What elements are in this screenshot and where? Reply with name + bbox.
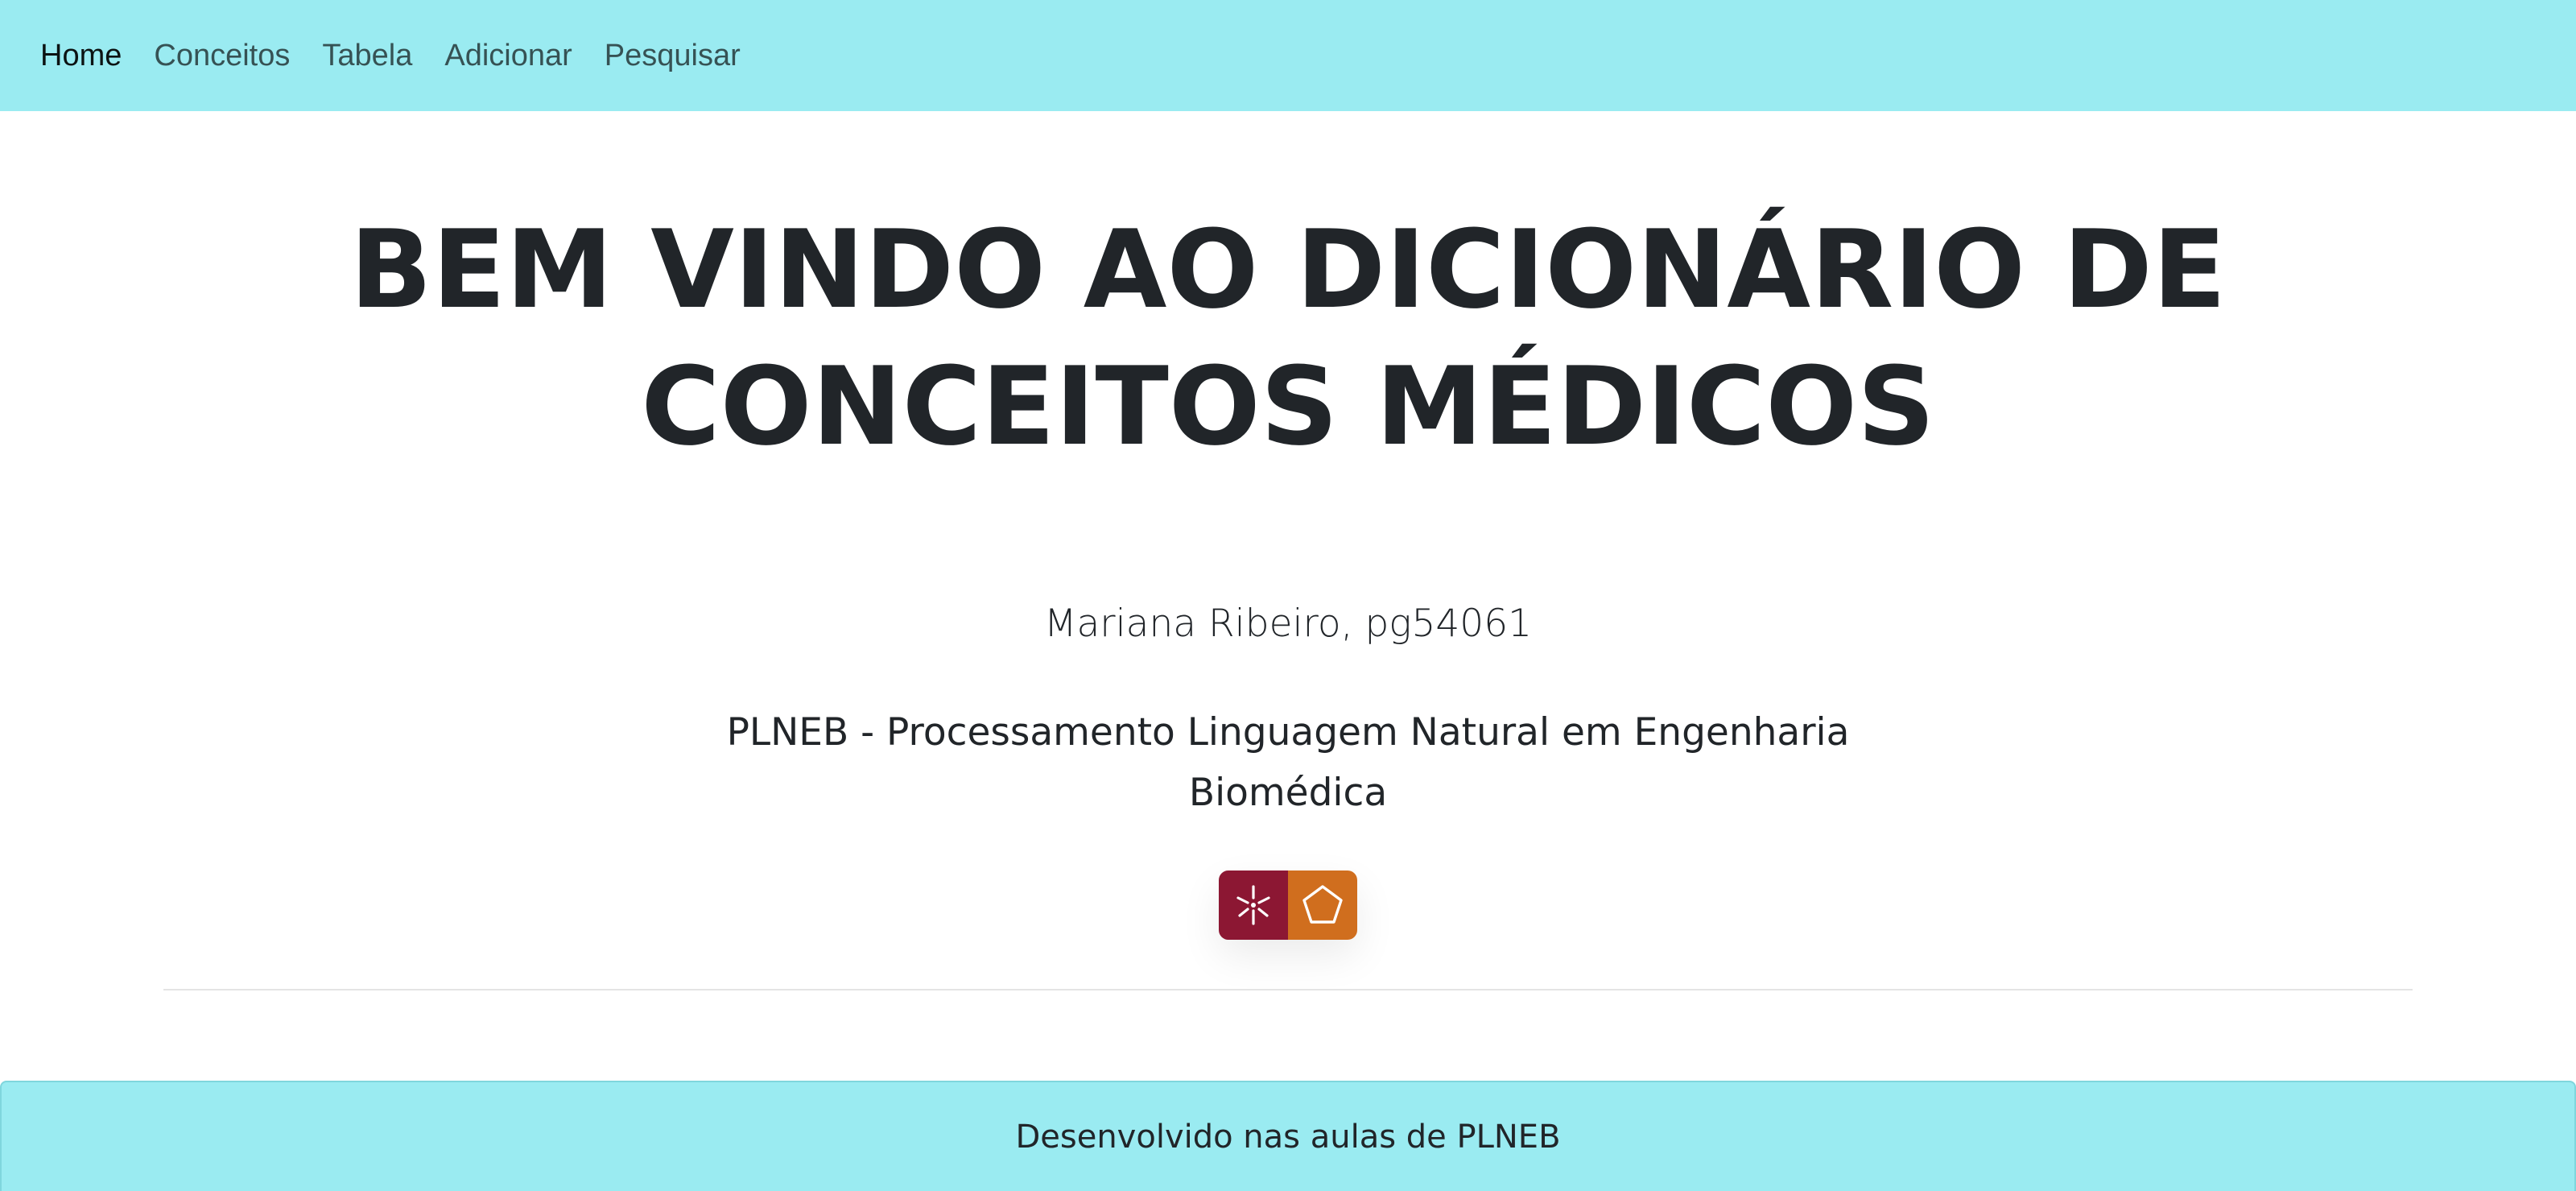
- section-divider: [163, 989, 2413, 990]
- university-minho-icon: [1219, 871, 1288, 940]
- nav-adicionar-link[interactable]: Adicionar: [444, 40, 572, 71]
- footer-text: Desenvolvido nas aulas de PLNEB: [1015, 1118, 1561, 1156]
- page-title-line1: BEM VINDO AO DICIONÁRIO DE: [349, 207, 2227, 333]
- nav-pesquisar-link[interactable]: Pesquisar: [605, 40, 741, 71]
- nav-home-link[interactable]: Home: [40, 40, 122, 71]
- top-navbar: Home Conceitos Tabela Adicionar Pesquisa…: [0, 0, 2576, 111]
- page-title: BEM VINDO AO DICIONÁRIO DE CONCEITOS MÉDI…: [0, 201, 2576, 475]
- page-footer: Desenvolvido nas aulas de PLNEB: [0, 1081, 2576, 1191]
- nav-tabela-link[interactable]: Tabela: [322, 40, 412, 71]
- course-description: PLNEB - Processamento Linguagem Natural …: [0, 702, 2576, 823]
- institution-logos: [1219, 871, 1357, 940]
- nav-conceitos-link[interactable]: Conceitos: [154, 40, 290, 71]
- engineering-school-icon: [1288, 871, 1357, 940]
- course-line1: PLNEB - Processamento Linguagem Natural …: [726, 710, 1850, 755]
- page-title-line2: CONCEITOS MÉDICOS: [641, 344, 1935, 469]
- course-line2: Biomédica: [1188, 771, 1388, 815]
- author-subtitle: Mariana Ribeiro, pg54061: [1043, 602, 1533, 646]
